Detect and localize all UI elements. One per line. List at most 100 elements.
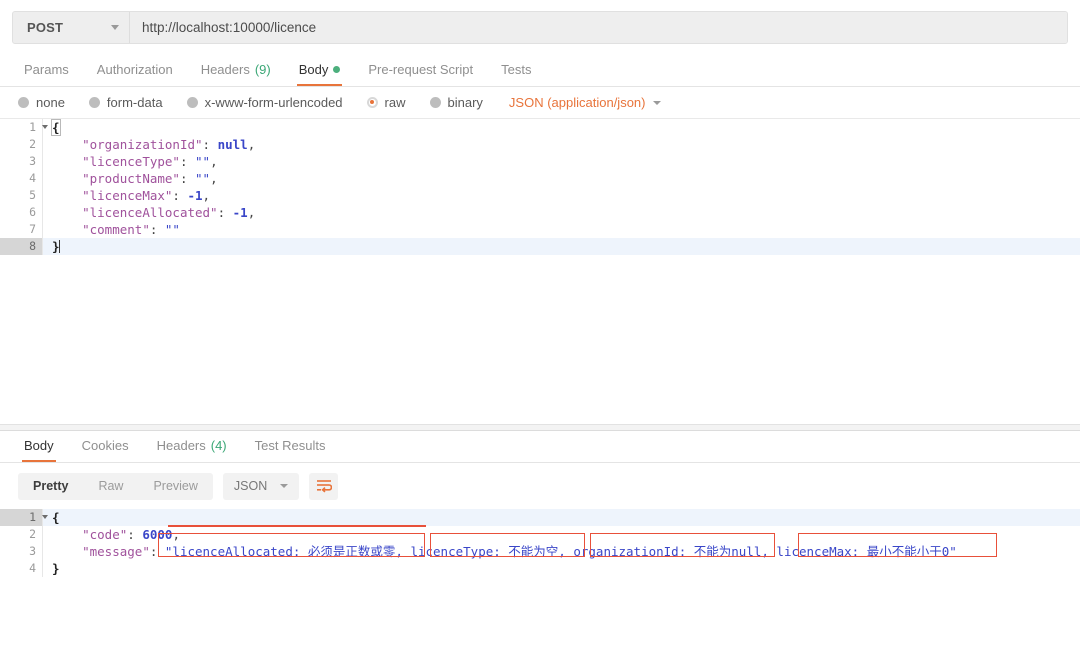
response-code-lines: 1 { 2 "code": 6000, 3 "message": "licenc… xyxy=(0,509,1080,577)
radio-selected-icon xyxy=(367,97,378,108)
tab-label: Cookies xyxy=(82,438,129,453)
body-type-label: x-www-form-urlencoded xyxy=(205,95,343,110)
tab-label: Headers xyxy=(201,62,250,77)
line-number[interactable]: 2 xyxy=(0,526,42,543)
code-line: 4 "productName": "", xyxy=(0,170,1080,187)
code-text: { xyxy=(52,119,1080,136)
tab-label: Authorization xyxy=(97,62,173,77)
json-value: -1 xyxy=(187,188,202,203)
chevron-down-icon xyxy=(111,25,119,30)
body-type-binary[interactable]: binary xyxy=(430,95,483,110)
response-format-select[interactable]: JSON xyxy=(223,473,299,500)
line-number[interactable]: 4 xyxy=(0,560,42,577)
tab-tests[interactable]: Tests xyxy=(487,62,545,86)
gutter-divider xyxy=(42,153,43,170)
line-number[interactable]: 3 xyxy=(0,153,42,170)
tab-count: (9) xyxy=(255,62,271,77)
json-value: -1 xyxy=(233,205,248,220)
view-mode-raw[interactable]: Raw xyxy=(83,473,138,500)
content-type-select[interactable]: JSON (application/json) xyxy=(509,95,662,110)
code-line: 3 "message": "licenceAllocated: 必须是正数或零,… xyxy=(0,543,1080,560)
chevron-down-icon xyxy=(280,484,288,488)
tab-authorization[interactable]: Authorization xyxy=(83,62,187,86)
radio-icon xyxy=(187,97,198,108)
response-tab-cookies[interactable]: Cookies xyxy=(68,438,143,462)
request-code-lines: 1 { 2 "organizationId": null, 3 "licence… xyxy=(0,119,1080,255)
json-value-message-seg-3: , organizationId: 不能为null xyxy=(558,544,761,559)
line-number[interactable]: 6 xyxy=(0,204,42,221)
tab-label: Pre-request Script xyxy=(368,62,473,77)
code-text: "organizationId": null, xyxy=(52,136,1080,153)
gutter-divider xyxy=(42,560,43,577)
request-url-input[interactable]: http://localhost:10000/licence xyxy=(130,12,1067,43)
response-body-viewer[interactable]: 1 { 2 "code": 6000, 3 "message": "licenc… xyxy=(0,509,1080,609)
json-value-code: 6000 xyxy=(142,527,172,542)
code-line: 7 "comment": "" xyxy=(0,221,1080,238)
json-value: "" xyxy=(195,171,210,186)
line-number[interactable]: 5 xyxy=(0,187,42,204)
code-text: "code": 6000, xyxy=(52,526,1080,543)
json-key: "comment" xyxy=(82,222,150,237)
gutter-divider xyxy=(42,136,43,153)
code-text: { xyxy=(52,509,1080,526)
view-mode-pretty[interactable]: Pretty xyxy=(18,473,83,500)
tab-label: Headers xyxy=(157,438,206,453)
json-key: "licenceMax" xyxy=(82,188,172,203)
json-value: null xyxy=(218,137,248,152)
gutter-divider xyxy=(42,170,43,187)
tab-headers[interactable]: Headers (9) xyxy=(187,62,285,86)
fold-arrow-icon[interactable] xyxy=(42,515,48,519)
tab-label: Body xyxy=(24,438,54,453)
body-type-raw[interactable]: raw xyxy=(367,95,406,110)
radio-icon xyxy=(18,97,29,108)
body-type-label: none xyxy=(36,95,65,110)
body-type-label: raw xyxy=(385,95,406,110)
line-number[interactable]: 4 xyxy=(0,170,42,187)
json-open-brace: { xyxy=(52,120,60,135)
body-type-form-data[interactable]: form-data xyxy=(89,95,163,110)
panel-splitter[interactable] xyxy=(0,424,1080,431)
request-tabs: Params Authorization Headers (9) Body Pr… xyxy=(0,54,1080,87)
json-value-message-seg-4: , licenceMax: 最小不能小于0" xyxy=(761,544,956,559)
line-number[interactable]: 1 xyxy=(0,509,42,526)
http-method-label: POST xyxy=(27,20,105,35)
body-present-dot-icon xyxy=(333,66,340,73)
request-body-editor[interactable]: 1 { 2 "organizationId": null, 3 "licence… xyxy=(0,119,1080,424)
radio-icon xyxy=(430,97,441,108)
response-format-label: JSON xyxy=(234,479,267,493)
line-number[interactable]: 1 xyxy=(0,119,42,136)
code-line: 6 "licenceAllocated": -1, xyxy=(0,204,1080,221)
line-number[interactable]: 3 xyxy=(0,543,42,560)
json-value-message-seg-2: , licenceType: 不能为空 xyxy=(395,544,558,559)
response-tab-test-results[interactable]: Test Results xyxy=(241,438,340,462)
body-type-x-www-form-urlencoded[interactable]: x-www-form-urlencoded xyxy=(187,95,343,110)
tab-body[interactable]: Body xyxy=(285,62,355,86)
text-cursor xyxy=(59,240,60,253)
line-number[interactable]: 8 xyxy=(0,238,42,255)
body-type-label: form-data xyxy=(107,95,163,110)
tab-pre-request-script[interactable]: Pre-request Script xyxy=(354,62,487,86)
gutter-divider xyxy=(42,543,43,560)
response-tab-body[interactable]: Body xyxy=(10,438,68,462)
body-type-row: none form-data x-www-form-urlencoded raw… xyxy=(0,87,1080,119)
code-line-active: 1 { xyxy=(0,509,1080,526)
json-key: "licenceType" xyxy=(82,154,180,169)
toggle-word-wrap-button[interactable] xyxy=(309,473,338,500)
json-key: "productName" xyxy=(82,171,180,186)
response-tab-headers[interactable]: Headers (4) xyxy=(143,438,241,462)
response-view-mode-group: Pretty Raw Preview xyxy=(18,473,213,500)
http-method-select[interactable]: POST xyxy=(13,12,130,43)
line-number[interactable]: 7 xyxy=(0,221,42,238)
code-line: 1 { xyxy=(0,119,1080,136)
view-mode-preview[interactable]: Preview xyxy=(138,473,212,500)
tab-params[interactable]: Params xyxy=(10,62,83,86)
radio-icon xyxy=(89,97,100,108)
fold-arrow-icon[interactable] xyxy=(42,125,48,129)
body-type-none[interactable]: none xyxy=(18,95,65,110)
code-line: 3 "licenceType": "", xyxy=(0,153,1080,170)
json-key: "licenceAllocated" xyxy=(82,205,217,220)
line-number[interactable]: 2 xyxy=(0,136,42,153)
tab-count: (4) xyxy=(211,438,227,453)
code-text: } xyxy=(52,560,1080,577)
code-text: "productName": "", xyxy=(52,170,1080,187)
